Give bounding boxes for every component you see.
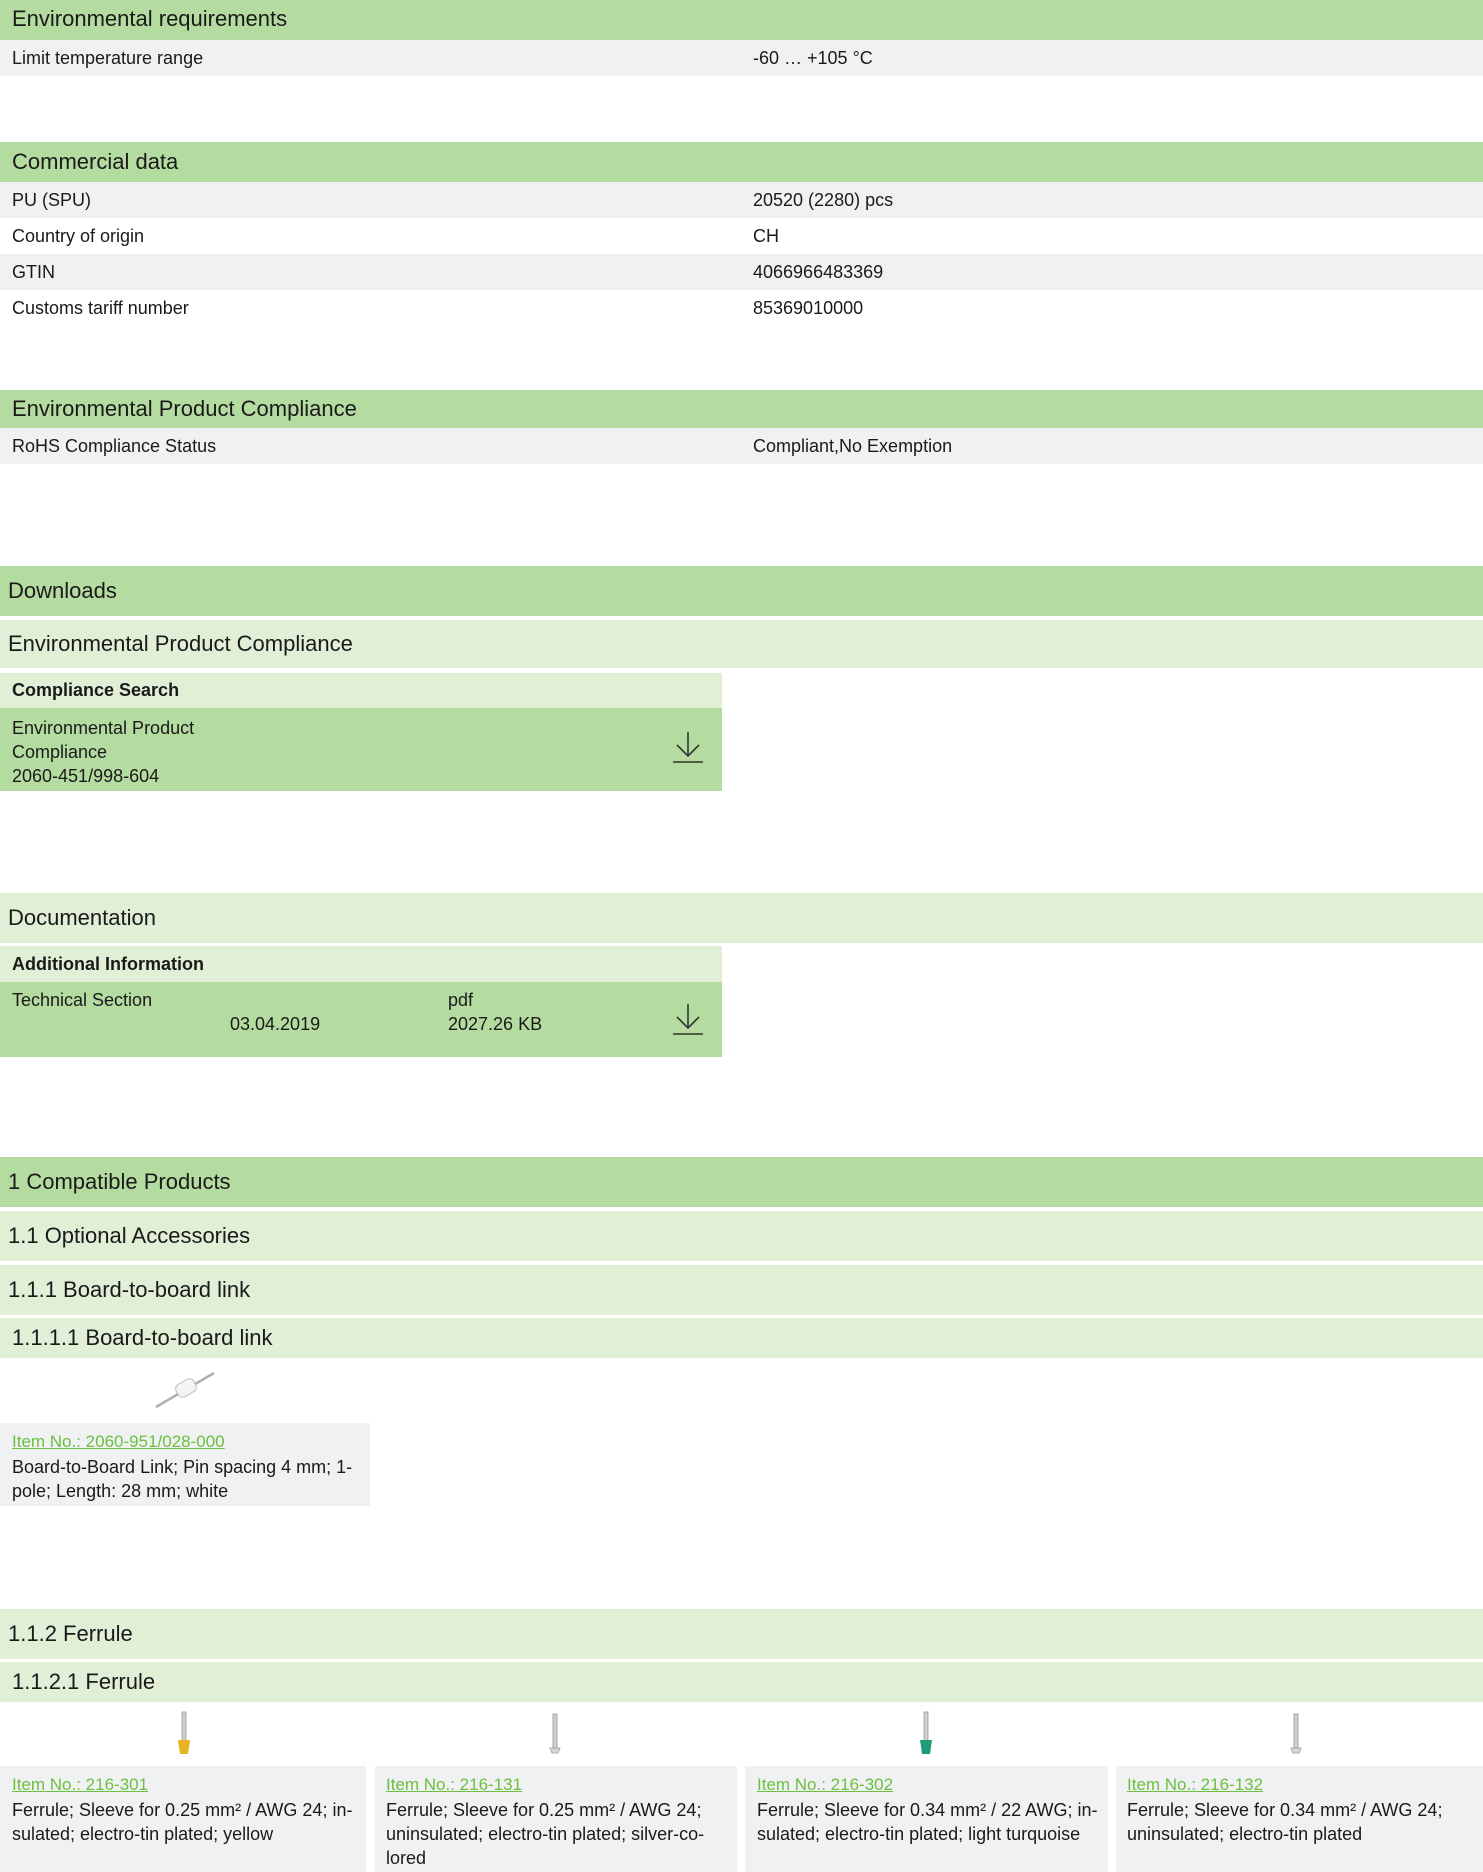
download-item-name: Compliance — [12, 742, 108, 762]
subsection-title: Environmental Product Compliance — [8, 631, 353, 656]
download-item-size: 2027.26 KB — [448, 1014, 543, 1034]
subsection-title: 1.1.2.1 Ferrule — [12, 1669, 156, 1694]
section-header-compliance: Environmental Product Compliance — [0, 390, 1483, 428]
section-title: Environmental requirements — [12, 6, 288, 31]
spec-value: 85369010000 — [753, 298, 864, 318]
subsection-title: 1.1.1 Board-to-board link — [8, 1277, 251, 1302]
product-image-ferrule — [916, 1710, 936, 1762]
product-image-ferrule — [174, 1710, 194, 1762]
product-description: Board-to-Board Link; Pin spacing 4 mm; 1… — [12, 1457, 353, 1477]
compliance-search-header: Compliance Search — [0, 673, 722, 708]
product-image-ferrule — [547, 1712, 563, 1760]
group-title: Compliance Search — [12, 680, 180, 700]
spec-row: GTIN 4066966483369 — [0, 254, 1483, 290]
product-description: Ferrule; Sleeve for 0.34 mm² / 22 AWG; i… — [757, 1800, 1098, 1820]
spec-row: Limit temperature range -60 … +105 °C — [0, 40, 1483, 76]
spec-key: Country of origin — [12, 226, 145, 246]
product-description: pole; Length: 28 mm; white — [12, 1481, 229, 1501]
spec-row: Country of origin CH — [0, 218, 1483, 254]
spec-key: PU (SPU) — [12, 190, 92, 210]
download-item-number: 2060-451/998-604 — [12, 766, 160, 786]
additional-info-header: Additional Information — [0, 946, 722, 982]
section-header-compatible: 1 Compatible Products — [0, 1157, 1483, 1207]
spec-value: Compliant,No Exemption — [753, 436, 953, 456]
item-number-link[interactable]: Item No.: 2060-951/028-000 — [12, 1432, 225, 1451]
download-icon[interactable] — [672, 730, 704, 764]
product-description: Ferrule; Sleeve for 0.25 mm² / AWG 24; — [386, 1800, 702, 1820]
product-description: uninsulated; electro-tin plated; silver-… — [386, 1824, 705, 1844]
subsection-header-btb: 1.1.1 Board-to-board link — [0, 1265, 1483, 1315]
spec-value: 4066966483369 — [753, 262, 884, 282]
download-item-date: 03.04.2019 — [230, 1014, 321, 1034]
spec-row: PU (SPU) 20520 (2280) pcs — [0, 182, 1483, 218]
spec-key: GTIN — [12, 262, 55, 282]
spec-key: Customs tariff number — [12, 298, 189, 318]
download-item-technical[interactable]: Technical Section 03.04.2019 pdf 2027.26… — [0, 982, 722, 1057]
section-title: Downloads — [8, 578, 117, 603]
subsection-title: 1.1 Optional Accessories — [8, 1223, 251, 1248]
product-description: Ferrule; Sleeve for 0.34 mm² / AWG 24; — [1127, 1800, 1443, 1820]
group-title: Additional Information — [12, 954, 204, 974]
subsection-header-epc: Environmental Product Compliance — [0, 620, 1483, 668]
product-description: lored — [386, 1848, 427, 1868]
download-item-name: Environmental Product — [12, 718, 195, 738]
product-card: Item No.: 216-301 Ferrule; Sleeve for 0.… — [0, 1766, 366, 1872]
spec-key: RoHS Compliance Status — [12, 436, 217, 456]
download-item-name: Technical Section — [12, 990, 153, 1010]
subsection-title: 1.1.2 Ferrule — [8, 1621, 133, 1646]
spec-row: RoHS Compliance Status Compliant,No Exem… — [0, 428, 1483, 464]
product-image-ferrule — [1288, 1712, 1304, 1760]
spec-value: -60 … +105 °C — [753, 48, 873, 68]
product-description: sulated; electro-tin plated; yellow — [12, 1824, 274, 1844]
item-number-link[interactable]: Item No.: 216-301 — [12, 1775, 148, 1794]
download-item-type: pdf — [448, 990, 474, 1010]
section-header-commercial: Commercial data — [0, 142, 1483, 182]
subsection-header-optional: 1.1 Optional Accessories — [0, 1211, 1483, 1261]
subsection-title: Documentation — [8, 905, 156, 930]
section-title: Commercial data — [12, 149, 179, 174]
spec-value: 20520 (2280) pcs — [753, 190, 894, 210]
section-title: 1 Compatible Products — [8, 1169, 231, 1194]
section-header-downloads: Downloads — [0, 566, 1483, 616]
subsection-header-btb-sub: 1.1.1.1 Board-to-board link — [0, 1318, 1483, 1358]
subsection-header-ferrule: 1.1.2 Ferrule — [0, 1609, 1483, 1659]
download-icon[interactable] — [672, 1002, 704, 1036]
product-description: sulated; electro-tin plated; light turqu… — [757, 1824, 1081, 1844]
item-number-link[interactable]: Item No.: 216-131 — [386, 1775, 522, 1794]
subsection-header-ferrule-sub: 1.1.2.1 Ferrule — [0, 1662, 1483, 1702]
product-description: uninsulated; electro-tin plated — [1127, 1824, 1363, 1844]
product-image-btb — [150, 1365, 220, 1419]
product-description: Ferrule; Sleeve for 0.25 mm² / AWG 24; i… — [12, 1800, 353, 1820]
section-header-environmental: Environmental requirements — [0, 0, 1483, 40]
download-item-epc[interactable]: Environmental Product Compliance 2060-45… — [0, 708, 722, 791]
product-card: Item No.: 216-132 Ferrule; Sleeve for 0.… — [1116, 1766, 1483, 1872]
item-number-link[interactable]: Item No.: 216-132 — [1127, 1775, 1263, 1794]
spec-row: Customs tariff number 85369010000 — [0, 290, 1483, 326]
subsection-title: 1.1.1.1 Board-to-board link — [12, 1325, 273, 1350]
product-card: Item No.: 216-131 Ferrule; Sleeve for 0.… — [375, 1766, 737, 1872]
product-card: Item No.: 216-302 Ferrule; Sleeve for 0.… — [745, 1766, 1108, 1872]
subsection-header-documentation: Documentation — [0, 893, 1483, 943]
section-title: Environmental Product Compliance — [12, 396, 357, 421]
product-card: Item No.: 2060-951/028-000 Board-to-Boar… — [0, 1423, 370, 1506]
spec-key: Limit temperature range — [12, 48, 204, 68]
spec-value: CH — [753, 226, 779, 246]
item-number-link[interactable]: Item No.: 216-302 — [757, 1775, 893, 1794]
